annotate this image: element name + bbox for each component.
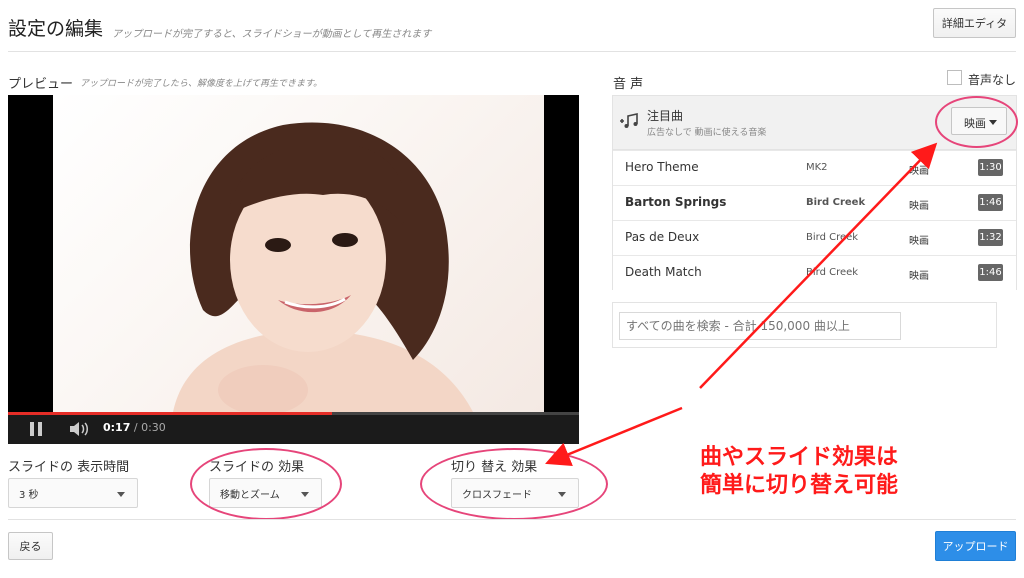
- current-time: 0:17: [103, 421, 131, 434]
- slideshow-photo: [53, 95, 544, 412]
- track-row[interactable]: Hero Theme MK2 映画 1:30: [613, 150, 1016, 185]
- track-row[interactable]: Pas de Deux Bird Creek 映画 1:32: [613, 220, 1016, 255]
- progress-bar[interactable]: [8, 412, 579, 415]
- pause-icon[interactable]: [28, 421, 44, 437]
- track-name: Hero Theme: [625, 160, 699, 174]
- track-duration: 1:46: [978, 264, 1003, 281]
- preview-title: プレビュー: [8, 77, 74, 92]
- slide-duration-label: スライドの 表示時間: [8, 460, 130, 475]
- annotation-line-2: 簡単に切り替え可能: [700, 473, 899, 498]
- track-row[interactable]: Barton Springs Bird Creek 映画 1:46: [613, 185, 1016, 220]
- upload-button[interactable]: アップロード: [935, 531, 1016, 561]
- track-duration: 1:30: [978, 159, 1003, 176]
- track-artist: Bird Creek: [806, 267, 859, 278]
- track-row[interactable]: Death Match Bird Creek 映画 1:46: [613, 255, 1016, 290]
- track-artist: MK2: [806, 162, 828, 173]
- search-panel: [612, 302, 997, 348]
- track-genre: 映画: [909, 236, 929, 247]
- progress-fill: [8, 412, 332, 415]
- page-title: 設定の編集: [8, 18, 104, 40]
- player-controls: 0:17 / 0:30: [8, 412, 579, 444]
- chevron-down-icon: [117, 492, 125, 497]
- page-subtitle: アップロードが完了すると、スライドショーが動画として再生されます: [112, 29, 432, 40]
- slide-duration-dropdown[interactable]: 3 秒: [8, 478, 138, 508]
- audio-title: 音 声: [613, 77, 644, 92]
- track-name: Death Match: [625, 265, 702, 279]
- advanced-editor-button[interactable]: 詳細エディタ: [933, 8, 1016, 38]
- slide-duration-value: 3 秒: [19, 489, 39, 501]
- track-search-input[interactable]: [619, 312, 901, 340]
- portrait-illustration: [173, 122, 473, 412]
- featured-title: 注目曲: [647, 109, 684, 123]
- no-audio-checkbox[interactable]: [947, 70, 962, 85]
- track-name: Pas de Deux: [625, 230, 700, 244]
- annotation-line-1: 曲やスライド効果は: [700, 445, 899, 470]
- video-player[interactable]: 0:17 / 0:30: [8, 95, 579, 444]
- preview-subtitle: アップロードが完了したら、解像度を上げて再生できます。: [80, 79, 323, 89]
- featured-description: 広告なしで 動画に使える音楽: [647, 128, 767, 138]
- track-genre: 映画: [909, 201, 929, 212]
- highlight-ellipse: [420, 448, 608, 520]
- highlight-ellipse: [935, 96, 1018, 148]
- total-duration: / 0:30: [130, 421, 166, 434]
- track-duration: 1:46: [978, 194, 1003, 211]
- back-button[interactable]: 戻る: [8, 532, 53, 560]
- track-genre: 映画: [909, 166, 929, 177]
- track-name: Barton Springs: [625, 195, 727, 209]
- highlight-ellipse: [190, 448, 342, 520]
- track-artist: Bird Creek: [806, 232, 859, 243]
- track-artist: Bird Creek: [806, 197, 866, 208]
- volume-icon[interactable]: [68, 421, 92, 437]
- music-note-icon: [620, 113, 638, 128]
- time-display: 0:17 / 0:30: [103, 421, 166, 434]
- no-audio-label: 音声なし: [968, 73, 1017, 87]
- annotation-text: 曲やスライド効果は 簡単に切り替え可能: [700, 444, 898, 500]
- track-genre: 映画: [909, 271, 929, 282]
- track-duration: 1:32: [978, 229, 1003, 246]
- header-divider: [8, 51, 1016, 52]
- footer-divider: [8, 519, 1016, 520]
- track-list: Hero Theme MK2 映画 1:30 Barton Springs Bi…: [612, 150, 1017, 290]
